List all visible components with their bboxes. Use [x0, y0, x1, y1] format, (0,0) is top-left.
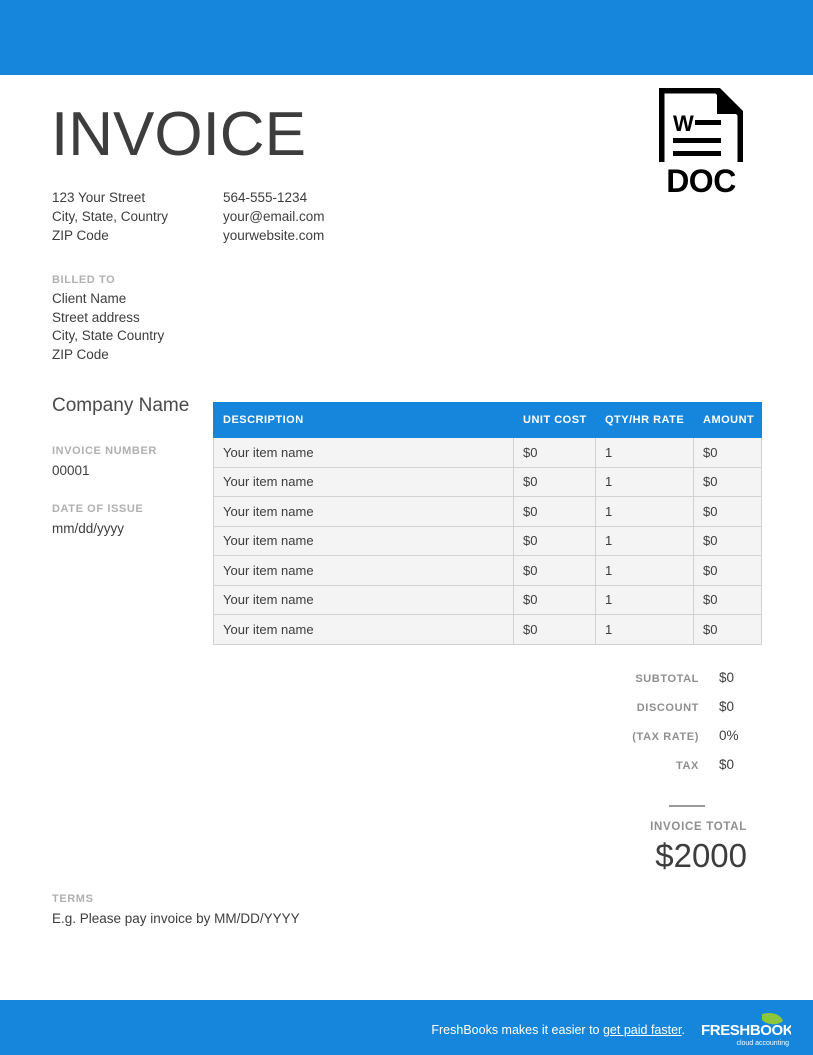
totals-row-value: $0 — [719, 757, 735, 772]
item-unit-cost: $0 — [513, 584, 596, 615]
totals-row: SUBTOTAL $0 — [505, 670, 761, 699]
doc-file-icon: W DOC — [659, 88, 743, 198]
sender-phone: 564-555-1234 — [223, 190, 308, 205]
item-amount: $0 — [693, 614, 762, 645]
item-description: Your item name — [213, 437, 514, 468]
sender-address-block: 123 Your Street City, State, Country ZIP… — [52, 188, 168, 245]
terms-block: TERMS E.g. Please pay invoice by MM/DD/Y… — [52, 890, 300, 928]
item-amount: $0 — [693, 496, 762, 527]
item-qty-hr-rate: 1 — [595, 525, 694, 556]
line-items-body: Your item name $0 1 $0 Your item name $0 1 $0 Yo… — [213, 437, 762, 645]
client-city: City, State Country — [52, 328, 165, 343]
item-qty-hr-rate: 1 — [595, 584, 694, 615]
table-row: Your item name $0 1 $0 — [213, 555, 762, 586]
date-of-issue-label: DATE OF ISSUE — [52, 503, 144, 515]
sender-contact-block: 564-555-1234 your@email.com yourwebsite.… — [223, 188, 324, 245]
totals-row-value: 0% — [719, 728, 739, 743]
item-amount: $0 — [693, 584, 762, 615]
table-row: Your item name $0 1 $0 — [213, 614, 762, 645]
date-of-issue-value: mm/dd/yyyy — [52, 521, 125, 536]
line-items-table: DESCRIPTION UNIT COST QTY/HR RATE AMOUNT… — [213, 402, 762, 645]
footer-tagline: FreshBooks makes it easier to get paid f… — [431, 1024, 685, 1037]
client-street: Street address — [52, 309, 140, 325]
svg-text:W: W — [673, 111, 694, 136]
table-row: Your item name $0 1 $0 — [213, 496, 762, 527]
item-unit-cost: $0 — [513, 614, 596, 645]
footer: FreshBooks makes it easier to get paid f… — [431, 1012, 791, 1048]
top-banner — [0, 0, 813, 75]
item-description: Your item name — [213, 584, 514, 615]
svg-text:cloud accounting: cloud accounting — [736, 1040, 789, 1047]
item-amount: $0 — [693, 525, 762, 556]
footer-text-before: FreshBooks makes it easier to — [431, 1022, 600, 1037]
terms-label: TERMS — [52, 893, 94, 905]
sender-email: your@email.com — [223, 209, 325, 224]
totals-row-label: TAX — [676, 760, 699, 772]
totals-row-value: $0 — [719, 699, 735, 714]
totals-block: SUBTOTAL $0 DISCOUNT $0 (TAX RATE) 0% TAX $0 IN… — [505, 670, 761, 874]
item-qty-hr-rate: 1 — [595, 466, 694, 497]
item-description: Your item name — [213, 555, 514, 586]
totals-row-value: $0 — [719, 670, 735, 685]
item-unit-cost: $0 — [513, 437, 596, 468]
invoice-total-value: $2000 — [655, 837, 747, 874]
sender-website: yourwebsite.com — [223, 228, 325, 243]
page-title: INVOICE — [51, 100, 306, 169]
item-qty-hr-rate: 1 — [595, 614, 694, 645]
item-qty-hr-rate: 1 — [595, 437, 694, 468]
item-amount: $0 — [693, 466, 762, 497]
invoice-number-value: 00001 — [52, 463, 90, 478]
item-amount: $0 — [693, 555, 762, 586]
item-qty-hr-rate: 1 — [595, 496, 694, 527]
item-unit-cost: $0 — [513, 466, 596, 497]
column-header-qty-hr-rate: QTY/HR RATE — [595, 402, 694, 438]
svg-text:DOC: DOC — [666, 163, 736, 198]
totals-row-label: (TAX RATE) — [632, 731, 699, 743]
item-description: Your item name — [213, 614, 514, 645]
table-row: Your item name $0 1 $0 — [213, 584, 762, 615]
totals-row: DISCOUNT $0 — [505, 699, 761, 728]
client-name: Client Name — [52, 291, 127, 306]
sender-address-line: 123 Your Street — [52, 190, 146, 205]
item-description: Your item name — [213, 466, 514, 497]
sender-address-line: ZIP Code — [52, 228, 109, 243]
column-header-description: DESCRIPTION — [213, 402, 514, 438]
item-unit-cost: $0 — [513, 555, 596, 586]
totals-row: TAX $0 — [505, 757, 761, 786]
totals-divider — [669, 805, 705, 807]
invoice-total-label: INVOICE TOTAL — [650, 821, 747, 833]
item-qty-hr-rate: 1 — [595, 555, 694, 586]
billed-to-block: BILLED TO Client Name Street address Cit… — [52, 271, 164, 364]
totals-rows: SUBTOTAL $0 DISCOUNT $0 (TAX RATE) 0% TAX $0 — [505, 670, 761, 786]
sender-address-line: City, State, Country — [52, 209, 169, 224]
totals-row-label: SUBTOTAL — [635, 673, 699, 685]
company-name: Company Name — [52, 395, 190, 416]
get-paid-faster-link[interactable]: get paid faster — [603, 1023, 682, 1037]
invoice-number-label: INVOICE NUMBER — [52, 445, 157, 457]
table-header-row: DESCRIPTION UNIT COST QTY/HR RATE AMOUNT — [213, 402, 762, 438]
item-amount: $0 — [693, 437, 762, 468]
freshbooks-logo: FRESHBOOKS cloud accounting — [701, 1012, 791, 1047]
client-zip: ZIP Code — [52, 346, 109, 362]
totals-row-label: DISCOUNT — [636, 702, 699, 714]
footer-text-after: . — [681, 1022, 685, 1037]
invoice-page: INVOICE 123 Your Street City, State, Cou… — [0, 0, 813, 1055]
svg-text:FRESHBOOKS: FRESHBOOKS — [701, 1022, 791, 1039]
table-row: Your item name $0 1 $0 — [213, 466, 762, 497]
item-description: Your item name — [213, 496, 514, 527]
column-header-unit-cost: UNIT COST — [513, 402, 596, 438]
table-row: Your item name $0 1 $0 — [213, 525, 762, 556]
item-unit-cost: $0 — [513, 496, 596, 527]
terms-value: E.g. Please pay invoice by MM/DD/YYYY — [52, 911, 300, 926]
column-header-amount: AMOUNT — [693, 402, 762, 438]
item-unit-cost: $0 — [513, 525, 596, 556]
totals-row: (TAX RATE) 0% — [505, 728, 761, 757]
item-description: Your item name — [213, 525, 514, 556]
date-of-issue-block: DATE OF ISSUE mm/dd/yyyy — [52, 500, 143, 538]
table-row: Your item name $0 1 $0 — [213, 437, 762, 468]
billed-to-label: BILLED TO — [52, 274, 116, 286]
invoice-number-block: INVOICE NUMBER 00001 — [52, 442, 157, 480]
